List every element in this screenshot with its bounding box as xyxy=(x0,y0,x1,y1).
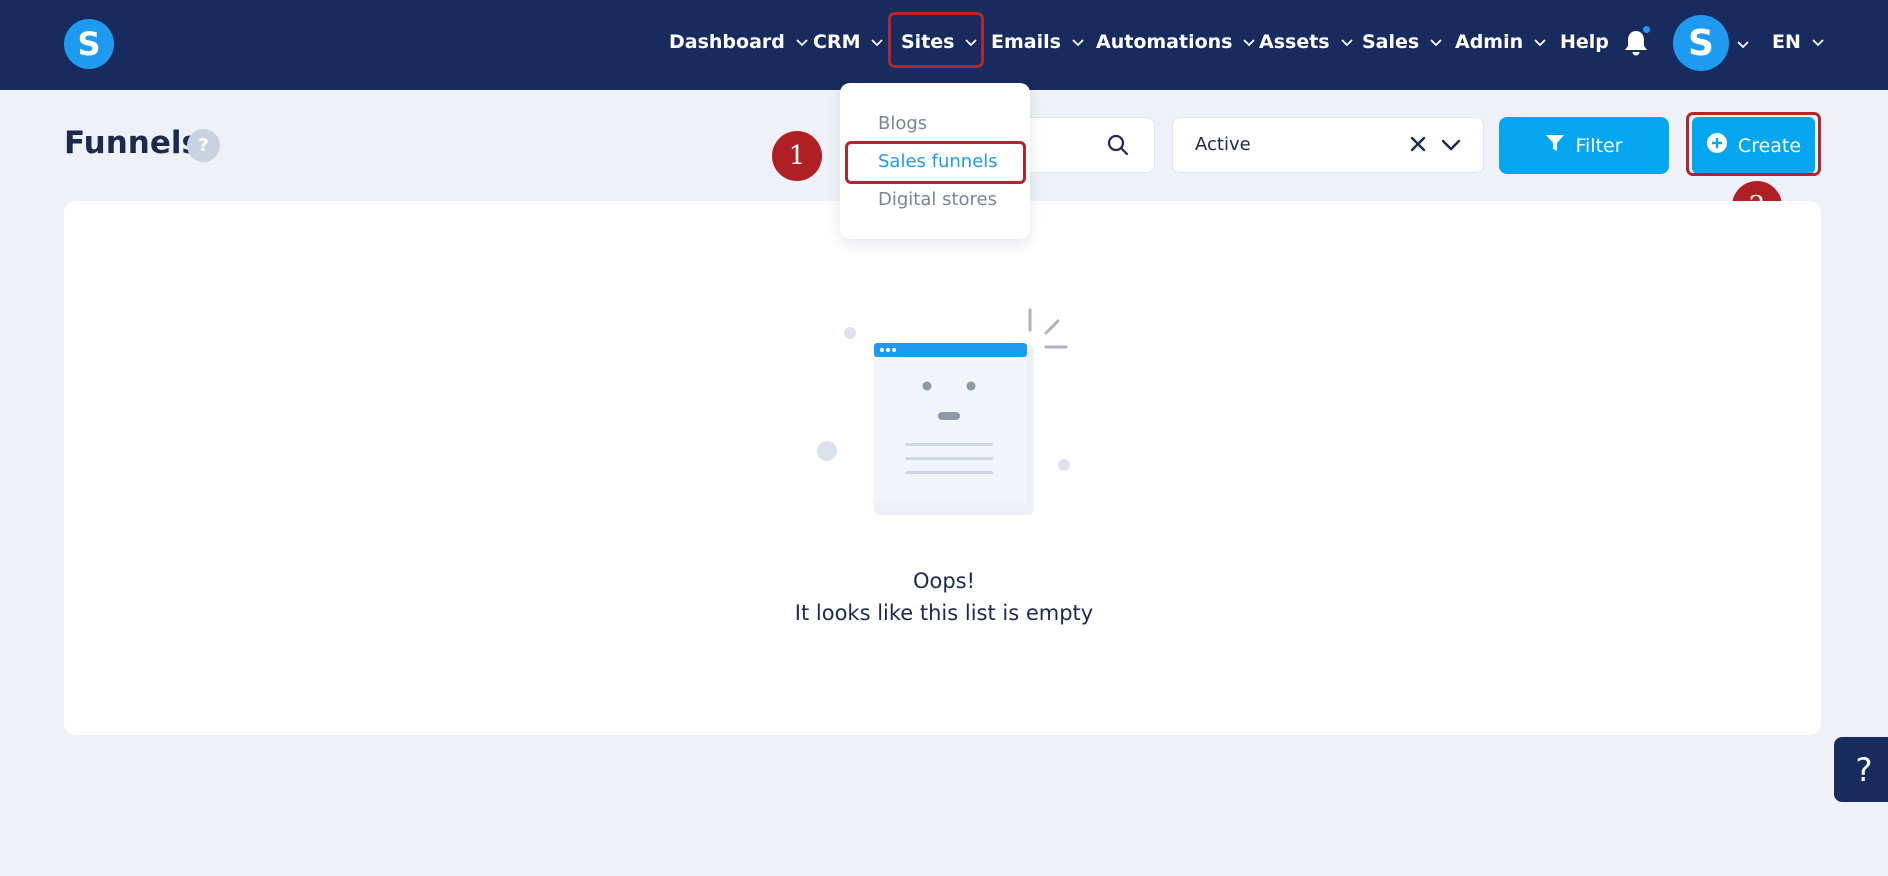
nav-item-dashboard[interactable]: Dashboard xyxy=(669,28,809,56)
step-badge-1: 1 xyxy=(772,131,822,181)
nav-item-crm[interactable]: CRM xyxy=(813,28,884,56)
menu-item-digital-stores[interactable]: Digital stores xyxy=(878,189,997,210)
avatar-letter: S xyxy=(1688,22,1714,64)
help-badge[interactable]: ? xyxy=(187,129,220,162)
nav-item-automations[interactable]: Automations xyxy=(1096,28,1256,56)
nav-label-crm: CRM xyxy=(813,31,861,53)
filter-button[interactable]: Filter xyxy=(1499,117,1669,174)
chevron-down-icon[interactable] xyxy=(1440,134,1462,156)
empty-state-title: Oops! xyxy=(912,569,976,593)
help-widget-button[interactable]: ? xyxy=(1834,737,1888,802)
nav-item-sales[interactable]: Sales xyxy=(1362,28,1443,56)
nav-label-help: Help xyxy=(1560,31,1609,53)
empty-list-illustration xyxy=(810,305,1080,525)
nav-item-admin[interactable]: Admin xyxy=(1455,28,1547,56)
filter-icon xyxy=(1545,133,1565,158)
search-icon[interactable] xyxy=(1106,133,1130,157)
nav-label-dashboard: Dashboard xyxy=(669,31,785,53)
status-select-value: Active xyxy=(1195,134,1251,155)
nav-item-help[interactable]: Help xyxy=(1560,28,1609,56)
filter-button-label: Filter xyxy=(1575,134,1623,157)
chevron-down-icon xyxy=(870,35,884,49)
nav-label-assets: Assets xyxy=(1259,31,1330,53)
chevron-down-icon[interactable] xyxy=(1736,36,1750,55)
chevron-down-icon xyxy=(795,35,809,49)
logo-letter: S xyxy=(77,25,101,63)
nav-item-emails[interactable]: Emails xyxy=(991,28,1085,56)
app-logo[interactable]: S xyxy=(64,19,114,69)
chevron-down-icon xyxy=(1242,35,1256,49)
language-selector[interactable]: EN xyxy=(1772,28,1825,56)
nav-label-emails: Emails xyxy=(991,31,1061,53)
notification-dot xyxy=(1641,24,1652,35)
chevron-down-icon xyxy=(1429,35,1443,49)
chevron-down-icon xyxy=(1340,35,1354,49)
close-icon[interactable] xyxy=(1408,134,1428,154)
create-highlight-box xyxy=(1686,112,1821,176)
chevron-down-icon xyxy=(1811,35,1825,49)
sales-funnels-highlight-box xyxy=(845,141,1026,184)
chevron-down-icon xyxy=(1071,35,1085,49)
empty-state-subtitle: It looks like this list is empty xyxy=(794,601,1094,625)
nav-label-admin: Admin xyxy=(1455,31,1524,53)
nav-item-assets[interactable]: Assets xyxy=(1259,28,1354,56)
nav-label-sales: Sales xyxy=(1362,31,1420,53)
chevron-down-icon xyxy=(1533,35,1547,49)
nav-label-automations: Automations xyxy=(1096,31,1233,53)
page-title: Funnels xyxy=(64,125,200,161)
language-label: EN xyxy=(1772,31,1801,53)
menu-item-blogs[interactable]: Blogs xyxy=(878,113,927,134)
avatar[interactable]: S xyxy=(1673,15,1729,71)
sites-highlight-box xyxy=(888,12,984,68)
